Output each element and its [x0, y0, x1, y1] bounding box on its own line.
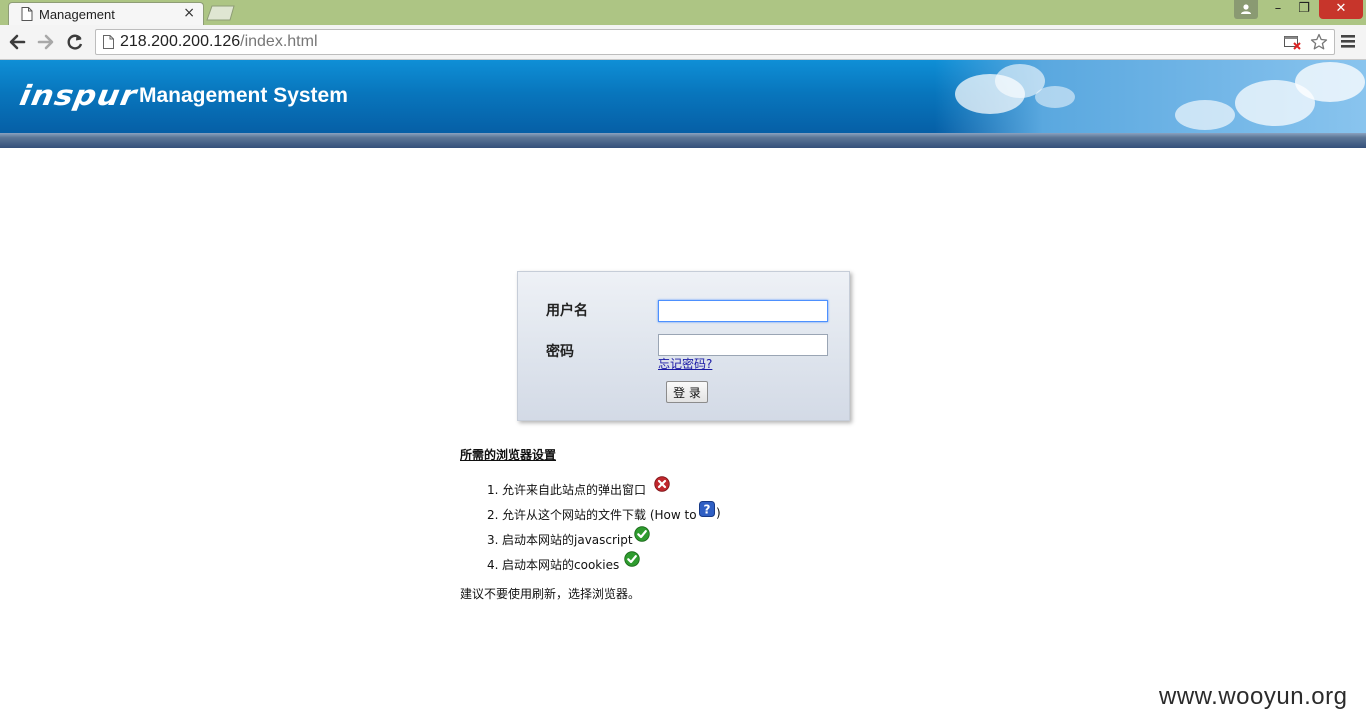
login-button[interactable]: 登 录: [666, 381, 708, 403]
requirement-item: 2. 允许从这个网站的文件下载 (How to: [487, 506, 697, 523]
new-tab-button[interactable]: [206, 5, 236, 21]
svg-text:?: ?: [704, 503, 711, 517]
url-host: 218.200.200.126: [120, 33, 241, 50]
url-text: 218.200.200.126/index.html: [120, 33, 318, 51]
minimize-button[interactable]: –: [1266, 0, 1290, 19]
item-number: 1.: [487, 483, 499, 497]
item-text: 启动本网站的javascript: [502, 533, 633, 547]
document-icon: [21, 7, 33, 21]
menu-icon[interactable]: [1341, 35, 1355, 48]
requirement-item: 4. 启动本网站的cookies: [487, 556, 619, 573]
page-icon: [103, 35, 114, 49]
item-suffix: ): [716, 506, 721, 520]
forgot-password-link[interactable]: 忘记密码?: [658, 355, 712, 372]
inspur-logo: inspur: [17, 79, 140, 113]
forward-arrow-icon[interactable]: [37, 33, 55, 51]
username-label: 用户名: [546, 303, 588, 319]
help-question-icon[interactable]: ?: [699, 501, 715, 517]
tab-title: Management: [39, 7, 115, 22]
item-number: 4.: [487, 558, 499, 572]
profile-icon[interactable]: [1234, 0, 1258, 19]
item-text: 允许从这个网站的文件下载 (How to: [502, 508, 697, 522]
check-icon: [624, 551, 640, 567]
check-icon: [634, 526, 650, 542]
watermark: www.wooyun.org: [1159, 683, 1348, 710]
requirement-item: 3. 启动本网站的javascript: [487, 531, 633, 548]
error-x-icon: [654, 476, 670, 492]
settings-title: 所需的浏览器设置: [460, 448, 557, 462]
advice-text: 建议不要使用刷新，选择浏览器。: [460, 587, 641, 601]
browser-titlebar: Management × – ❐ ✕: [0, 0, 1366, 25]
maximize-button[interactable]: ❐: [1292, 0, 1316, 19]
item-text: 启动本网站的cookies: [502, 558, 620, 572]
bookmark-star-icon[interactable]: [1310, 33, 1328, 51]
header-strip: [0, 133, 1366, 148]
reload-icon[interactable]: [66, 33, 84, 51]
password-input[interactable]: [658, 334, 828, 356]
close-window-button[interactable]: ✕: [1319, 0, 1363, 19]
url-path: /index.html: [240, 33, 318, 50]
page-title: Management System: [139, 84, 348, 107]
tab-close-icon[interactable]: ×: [183, 5, 195, 21]
back-arrow-icon[interactable]: [8, 33, 26, 51]
browser-toolbar: 218.200.200.126/index.html: [0, 25, 1366, 60]
item-number: 2.: [487, 508, 499, 522]
password-label: 密码: [546, 344, 574, 360]
login-form: 用户名 密码 忘记密码? 登 录: [517, 271, 850, 421]
username-input[interactable]: [658, 300, 828, 322]
browser-tab[interactable]: Management ×: [8, 2, 204, 25]
address-bar[interactable]: 218.200.200.126/index.html: [95, 29, 1335, 55]
item-number: 3.: [487, 533, 499, 547]
item-text: 允许来自此站点的弹出窗口: [502, 483, 647, 497]
page-header: inspur Management System: [0, 60, 1366, 133]
sky-clouds-image: [935, 60, 1366, 133]
requirement-item: 1. 允许来自此站点的弹出窗口: [487, 481, 646, 498]
popup-blocked-icon[interactable]: [1284, 36, 1302, 50]
